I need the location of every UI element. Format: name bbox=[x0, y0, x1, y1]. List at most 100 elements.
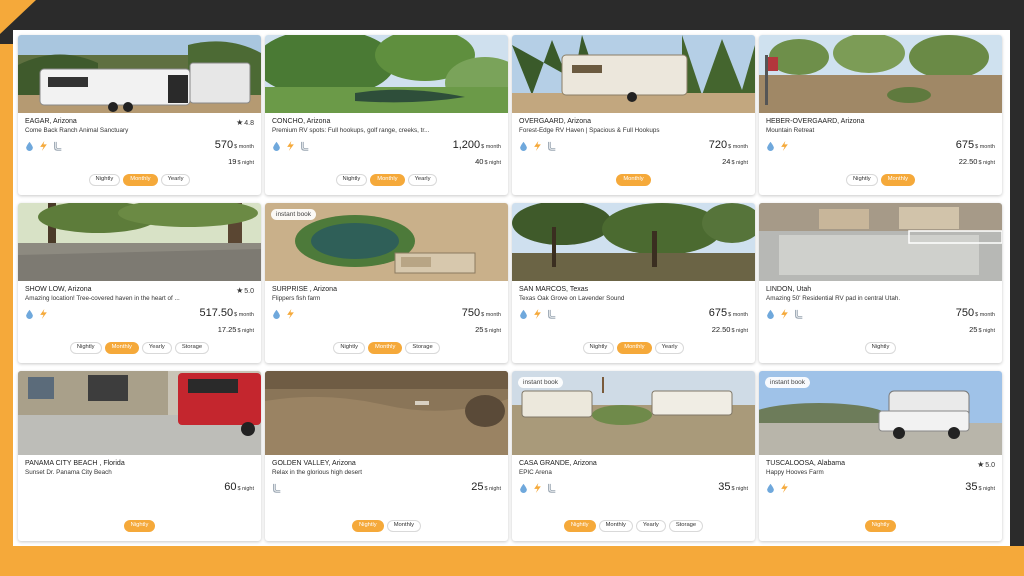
tab-monthly[interactable]: Monthly bbox=[370, 174, 405, 186]
listing-card[interactable]: GOLDEN VALLEY, Arizona Relax in the glor… bbox=[265, 371, 508, 541]
listing-photo[interactable]: instant book bbox=[512, 371, 755, 455]
tab-storage[interactable]: Storage bbox=[405, 342, 440, 354]
listing-details: PANAMA CITY BEACH , Florida Sunset Dr. P… bbox=[18, 455, 261, 493]
price-secondary-amount: 25 bbox=[969, 325, 978, 334]
tab-yearly[interactable]: Yearly bbox=[635, 520, 666, 532]
sewer-icon bbox=[53, 138, 62, 151]
electric-icon bbox=[533, 480, 542, 493]
listing-prices: 675$ month 22.50$ night bbox=[709, 304, 748, 336]
tab-yearly[interactable]: Yearly bbox=[160, 174, 191, 186]
price-secondary-unit: $ night bbox=[484, 160, 501, 166]
listing-details: SHOW LOW, Arizona Amazing location! Tree… bbox=[18, 281, 261, 334]
price-primary-unit: $ month bbox=[728, 144, 748, 150]
water-icon bbox=[519, 306, 528, 319]
listing-rating: ★5.0 bbox=[236, 286, 254, 295]
listing-photo-image bbox=[759, 203, 1002, 281]
listing-photo[interactable]: instant book bbox=[759, 371, 1002, 455]
amenity-icons bbox=[519, 480, 748, 493]
listing-photo[interactable] bbox=[18, 203, 261, 281]
tab-nightly[interactable]: Nightly bbox=[123, 520, 156, 532]
tab-monthly[interactable]: Monthly bbox=[386, 520, 422, 532]
rating-value: 5.0 bbox=[985, 462, 995, 469]
tab-monthly[interactable]: Monthly bbox=[598, 520, 633, 532]
listing-card[interactable]: HEBER-OVERGAARD, Arizona Mountain Retrea… bbox=[759, 35, 1002, 195]
tab-nightly[interactable]: Nightly bbox=[351, 520, 384, 532]
listing-title: Sunset Dr. Panama City Beach bbox=[25, 469, 112, 476]
listing-title: Amazing 50' Residential RV pad in centra… bbox=[766, 295, 901, 302]
listing-photo[interactable] bbox=[512, 35, 755, 113]
listing-card[interactable]: instant book CASA GRANDE, Arizona EPIC A… bbox=[512, 371, 755, 541]
tab-yearly[interactable]: Yearly bbox=[407, 174, 438, 186]
price-primary: 60$ night bbox=[224, 478, 254, 494]
listing-card[interactable]: instant book TUSCALOOSA, Alabama Happy H… bbox=[759, 371, 1002, 541]
listing-card[interactable]: SHOW LOW, Arizona Amazing location! Tree… bbox=[18, 203, 261, 363]
price-secondary-unit: $ night bbox=[731, 160, 748, 166]
star-icon: ★ bbox=[236, 118, 244, 127]
price-primary: 25$ night bbox=[471, 478, 501, 494]
listing-card[interactable]: EAGAR, Arizona Come Back Ranch Animal Sa… bbox=[18, 35, 261, 195]
listing-photo[interactable] bbox=[512, 203, 755, 281]
tab-storage[interactable]: Storage bbox=[668, 520, 704, 532]
tab-nightly[interactable]: Nightly bbox=[864, 342, 897, 354]
tab-monthly[interactable]: Monthly bbox=[123, 174, 158, 186]
price-primary: 720$ month bbox=[709, 136, 748, 152]
listing-photo[interactable]: instant book bbox=[265, 203, 508, 281]
listing-location: TUSCALOOSA, Alabama bbox=[766, 460, 845, 467]
price-primary: 675$ month bbox=[956, 136, 995, 152]
tab-nightly[interactable]: Nightly bbox=[582, 342, 615, 354]
electric-icon bbox=[780, 306, 789, 319]
price-secondary-unit: $ night bbox=[484, 328, 501, 334]
tab-monthly[interactable]: Monthly bbox=[104, 342, 139, 354]
price-primary-amount: 35 bbox=[965, 481, 978, 493]
instant-book-badge: instant book bbox=[271, 209, 317, 220]
listing-details: CASA GRANDE, Arizona EPIC Arena 35$ nigh… bbox=[512, 455, 755, 493]
tab-yearly[interactable]: Yearly bbox=[654, 342, 685, 354]
price-primary-unit: $ night bbox=[484, 486, 501, 492]
listing-photo-image bbox=[512, 35, 755, 113]
listing-photo[interactable] bbox=[18, 35, 261, 113]
listing-card[interactable]: OVERGAARD, Arizona Forest-Edge RV Haven … bbox=[512, 35, 755, 195]
tab-nightly[interactable]: Nightly bbox=[88, 174, 121, 186]
tab-nightly[interactable]: Nightly bbox=[69, 342, 102, 354]
listing-location: SAN MARCOS, Texas bbox=[519, 286, 589, 293]
tab-monthly[interactable]: Monthly bbox=[880, 174, 916, 186]
rate-period-tabs: Nightly bbox=[759, 520, 1002, 532]
tab-monthly[interactable]: Monthly bbox=[617, 342, 652, 354]
price-secondary-unit: $ night bbox=[237, 328, 254, 334]
tab-yearly[interactable]: Yearly bbox=[141, 342, 172, 354]
listing-card[interactable]: SAN MARCOS, Texas Texas Oak Grove on Lav… bbox=[512, 203, 755, 363]
electric-icon bbox=[286, 306, 295, 319]
tab-storage[interactable]: Storage bbox=[174, 342, 210, 354]
price-primary-amount: 675 bbox=[708, 307, 728, 319]
tab-monthly[interactable]: Monthly bbox=[368, 342, 403, 354]
listing-prices: 720$ month 24$ night bbox=[709, 136, 748, 168]
listing-prices: 750$ month 25$ night bbox=[462, 304, 501, 336]
tab-nightly[interactable]: Nightly bbox=[333, 342, 366, 354]
listing-photo[interactable] bbox=[759, 35, 1002, 113]
tab-nightly[interactable]: Nightly bbox=[563, 520, 596, 532]
listing-card[interactable]: CONCHO, Arizona Premium RV spots: Full h… bbox=[265, 35, 508, 195]
listing-photo[interactable] bbox=[265, 35, 508, 113]
electric-icon bbox=[39, 138, 48, 151]
listing-card[interactable]: PANAMA CITY BEACH , Florida Sunset Dr. P… bbox=[18, 371, 261, 541]
tab-nightly[interactable]: Nightly bbox=[335, 174, 368, 186]
listing-location: CASA GRANDE, Arizona bbox=[519, 460, 597, 467]
listing-details: EAGAR, Arizona Come Back Ranch Animal Sa… bbox=[18, 113, 261, 166]
listing-photo-image bbox=[265, 371, 508, 455]
rate-period-tabs: Nightly bbox=[18, 520, 261, 532]
rate-period-tabs: Monthly bbox=[512, 174, 755, 186]
listing-card[interactable]: LINDON, Utah Amazing 50' Residential RV … bbox=[759, 203, 1002, 363]
listing-photo[interactable] bbox=[18, 371, 261, 455]
rate-period-tabs: Nightly Monthly Yearly Storage bbox=[18, 342, 261, 354]
tab-nightly[interactable]: Nightly bbox=[845, 174, 878, 186]
price-secondary: 40$ night bbox=[453, 152, 501, 168]
star-icon: ★ bbox=[236, 286, 244, 295]
listing-photo[interactable] bbox=[759, 203, 1002, 281]
tab-monthly[interactable]: Monthly bbox=[616, 174, 651, 186]
price-primary-amount: 60 bbox=[224, 481, 237, 493]
listing-photo[interactable] bbox=[265, 371, 508, 455]
tab-nightly[interactable]: Nightly bbox=[864, 520, 897, 532]
listing-card[interactable]: instant book SURPRISE , Arizona Flippers… bbox=[265, 203, 508, 363]
price-primary: 570$ month bbox=[215, 136, 254, 152]
listing-title: Flippers fish farm bbox=[272, 295, 321, 302]
